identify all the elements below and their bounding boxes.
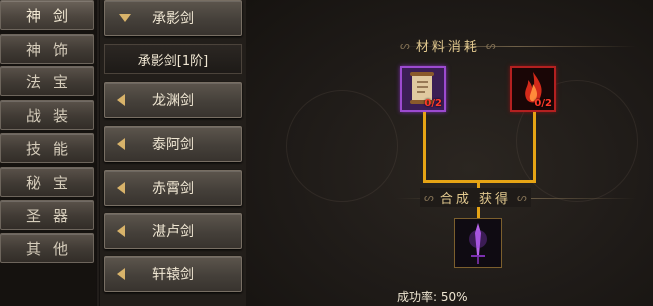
- connector-line: [423, 112, 426, 182]
- curl-ornament-icon: ᔕ: [400, 39, 410, 52]
- triangle-left-icon: [117, 94, 125, 106]
- selected-tier-label: 承影剑[1阶]: [137, 53, 209, 69]
- curl-ornament-icon: ᔕ: [516, 191, 527, 204]
- result-title: 合成 获得: [439, 192, 511, 207]
- result-slot[interactable]: [454, 218, 502, 268]
- category-list: 神剑 神饰 法宝 战装 技能 秘宝 圣器 其他: [0, 0, 96, 306]
- list-item[interactable]: 泰阿剑: [104, 126, 242, 162]
- triangle-down-icon: [119, 14, 131, 22]
- curl-ornament-icon: ᔕ: [424, 191, 434, 204]
- triangle-left-icon: [117, 182, 125, 194]
- purple-sword-item-icon: [455, 219, 501, 267]
- category-tab-shenshi[interactable]: 神饰: [0, 34, 94, 64]
- list-item-label: 轩辕剑: [152, 267, 194, 283]
- list-item[interactable]: 赤霄剑: [104, 170, 242, 206]
- material-count: 0/2: [424, 98, 442, 109]
- item-list: 承影剑 承影剑[1阶] 龙渊剑 泰阿剑 赤霄剑 湛卢剑 轩辕剑: [100, 0, 246, 306]
- material-count: 0/2: [534, 98, 552, 109]
- list-item-label: 湛卢剑: [152, 224, 194, 240]
- connector-line: [533, 112, 536, 182]
- list-item[interactable]: 龙渊剑: [104, 82, 242, 118]
- category-tab-qita[interactable]: 其他: [0, 233, 94, 263]
- category-tab-shenjian[interactable]: 神剑: [0, 0, 94, 30]
- list-item-label: 龙渊剑: [152, 93, 194, 109]
- list-item-label: 泰阿剑: [152, 137, 194, 153]
- materials-header: ᔕ 材料消耗 ᔕ: [400, 36, 496, 55]
- selected-tier-item[interactable]: 承影剑[1阶]: [104, 44, 242, 74]
- category-tab-jineng[interactable]: 技能: [0, 133, 94, 163]
- material-slot-2[interactable]: 0/2: [510, 66, 556, 112]
- triangle-left-icon: [117, 225, 125, 237]
- category-tab-shengqi[interactable]: 圣器: [0, 200, 94, 230]
- list-item[interactable]: 轩辕剑: [104, 256, 242, 292]
- success-rate: 成功率: 50%: [397, 290, 468, 304]
- background-ornament: [286, 90, 398, 202]
- craft-panel: ᔕ 材料消耗 ᔕ 0/2 0/2 ᔕ 合成 获得 ᔕ 成功率: 50%: [246, 0, 653, 306]
- triangle-left-icon: [117, 138, 125, 150]
- category-tab-mibao[interactable]: 秘宝: [0, 167, 94, 197]
- result-header: ᔕ 合成 获得 ᔕ: [420, 188, 531, 207]
- materials-title: 材料消耗: [415, 40, 480, 55]
- expanded-item-label: 承影剑: [152, 11, 194, 27]
- material-slot-1[interactable]: 0/2: [400, 66, 446, 112]
- category-tab-fabao[interactable]: 法宝: [0, 66, 94, 96]
- category-tab-zhanzhuang[interactable]: 战装: [0, 100, 94, 130]
- list-item[interactable]: 湛卢剑: [104, 213, 242, 249]
- list-item-label: 赤霄剑: [152, 181, 194, 197]
- curl-ornament-icon: ᔕ: [485, 39, 496, 52]
- expanded-item-button[interactable]: 承影剑: [104, 0, 242, 36]
- triangle-left-icon: [117, 268, 125, 280]
